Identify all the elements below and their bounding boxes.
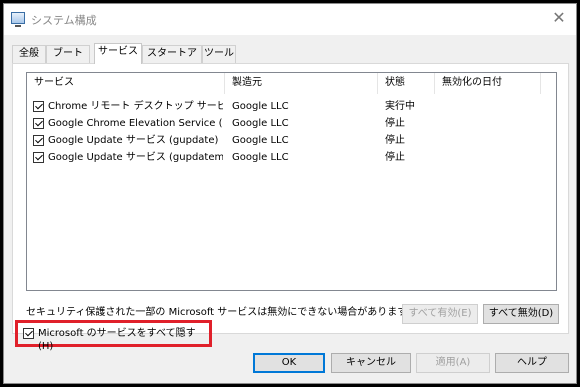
column-header: サービス 製造元 状態 無効化の日付 — [27, 73, 556, 94]
hide-ms-services-highlight: Microsoft のサービスをすべて隠す(H) — [15, 320, 212, 352]
column-header-disabled-date[interactable]: 無効化の日付 — [435, 73, 541, 94]
service-checkbox[interactable] — [33, 118, 44, 129]
service-status: 停止 — [385, 118, 405, 129]
tab-startup[interactable]: スタートアップ — [142, 45, 202, 75]
service-name: Google Chrome Elevation Service (G... — [48, 118, 223, 129]
service-status: 実行中 — [385, 101, 415, 112]
service-vendor: Google LLC — [232, 118, 289, 129]
ok-button[interactable]: OK — [253, 353, 325, 373]
service-name: Chrome リモート デスクトップ サービス — [48, 101, 223, 112]
tab-services[interactable]: サービス — [94, 43, 142, 64]
apply-button[interactable]: 適用(A) — [416, 353, 490, 373]
tab-general[interactable]: 全般 — [12, 45, 46, 63]
services-tab-panel: サービス 製造元 状態 無効化の日付 Chrome リモート デスクトップ サー… — [12, 63, 569, 334]
ms-services-notice: セキュリティ保護された一部の Microsoft サービスは無効にできない場合が… — [26, 307, 417, 318]
enable-all-button[interactable]: すべて有効(E) — [402, 304, 478, 324]
disable-all-button[interactable]: すべて無効(D) — [483, 304, 559, 324]
hide-ms-services-label[interactable]: Microsoft のサービスをすべて隠す(H) — [38, 327, 209, 353]
services-list[interactable]: サービス 製造元 状態 無効化の日付 Chrome リモート デスクトップ サー… — [26, 72, 557, 291]
service-row[interactable]: Google Chrome Elevation Service (G... Go… — [27, 115, 556, 132]
column-header-status[interactable]: 状態 — [378, 73, 435, 94]
service-row[interactable]: Google Update サービス (gupdatem) Google LLC… — [27, 149, 556, 166]
service-row[interactable]: Chrome リモート デスクトップ サービス Google LLC 実行中 — [27, 98, 556, 115]
service-name: Google Update サービス (gupdate) — [48, 135, 219, 146]
service-vendor: Google LLC — [232, 101, 289, 112]
service-checkbox[interactable] — [33, 101, 44, 112]
service-status: 停止 — [385, 152, 405, 163]
window-title: システム構成 — [31, 14, 97, 27]
tab-boot[interactable]: ブート — [46, 45, 90, 63]
title-bar: システム構成 ✕ — [4, 4, 576, 35]
service-checkbox[interactable] — [33, 152, 44, 163]
hide-ms-services-checkbox[interactable] — [23, 328, 34, 339]
service-vendor: Google LLC — [232, 152, 289, 163]
service-status: 停止 — [385, 135, 405, 146]
service-name: Google Update サービス (gupdatem) — [48, 152, 223, 163]
column-header-service[interactable]: サービス — [27, 73, 225, 94]
service-checkbox[interactable] — [33, 135, 44, 146]
cancel-button[interactable]: キャンセル — [331, 353, 411, 373]
tab-tools[interactable]: ツール — [202, 45, 236, 63]
service-row[interactable]: Google Update サービス (gupdate) Google LLC … — [27, 132, 556, 149]
help-button[interactable]: ヘルプ — [495, 353, 569, 373]
system-config-icon — [11, 12, 25, 27]
service-vendor: Google LLC — [232, 135, 289, 146]
column-header-vendor[interactable]: 製造元 — [225, 73, 378, 94]
close-icon[interactable]: ✕ — [550, 8, 568, 27]
system-configuration-window: システム構成 ✕ 全般 ブート サービス スタートアップ ツール サービス 製造… — [3, 3, 577, 384]
